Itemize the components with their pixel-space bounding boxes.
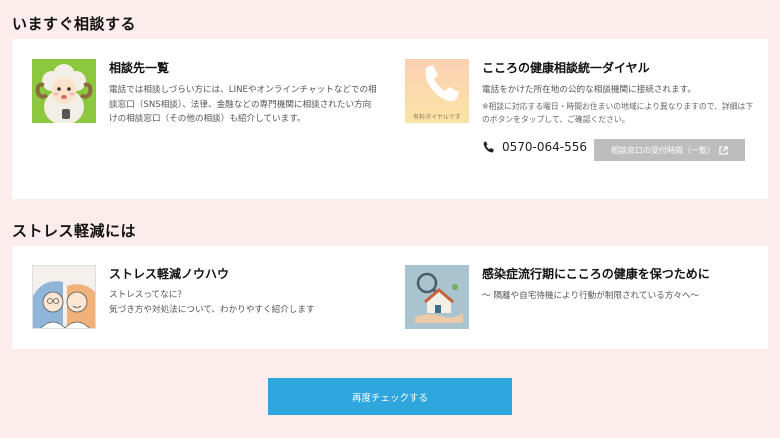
paid-dial-caption: 有料ダイヤルです: [413, 114, 461, 121]
stress-knowhow-card[interactable]: ストレス軽減ノウハウ ストレスってなに？ 気づき方や対処法について、わかりやすく…: [12, 246, 390, 349]
section-title-consult-now: いますぐ相談する: [12, 15, 137, 33]
recheck-button[interactable]: 再度チェックする: [268, 378, 512, 415]
stress-knowhow-title[interactable]: ストレス軽減ノウハウ: [109, 265, 229, 282]
phone-number[interactable]: 0570-064-556: [502, 140, 587, 154]
phone-icon: [425, 65, 459, 102]
pandemic-title[interactable]: 感染症流行期にこころの健康を保つために: [482, 265, 710, 282]
pandemic-description: ～ 隔離や自宅待機により行動が制限されている方々へ～: [482, 291, 700, 301]
stress-knowhow-desc-line2: 気づき方や対処法について、わかりやすく紹介します: [109, 304, 315, 315]
stress-knowhow-description: ストレスってなに？ 気づき方や対処法について、わかりやすく紹介します: [109, 288, 379, 317]
consult-panel: 相談先一覧 電話では相談しづらい方には、LINEやオンラインチャットなどでの相談…: [12, 39, 768, 199]
unified-dial-card: 有料ダイヤルです こころの健康相談統一ダイヤル 電話をかけた所在地の公的な相談機…: [405, 39, 768, 199]
external-link-icon: [719, 145, 728, 155]
stress-knowhow-desc-line1: ストレスってなに？: [109, 290, 186, 300]
house-in-hand-image: [405, 265, 469, 329]
phone-number-row[interactable]: 0570-064-556: [482, 140, 587, 154]
unified-dial-description: 電話をかけた所在地の公的な相談機関に接続されます。: [482, 85, 696, 95]
phone-icon: [483, 141, 494, 153]
consult-list-description: 電話では相談しづらい方には、LINEやオンラインチャットなどでの相談窓口（SNS…: [109, 85, 377, 124]
unified-dial-note: ※相談に対応する曜日・時間お住まいの地域により異なりますので、詳細は下のボタンを…: [482, 102, 754, 124]
unified-dial-title: こころの健康相談統一ダイヤル: [482, 61, 650, 75]
section-title-stress: ストレス軽減には: [12, 222, 137, 240]
reception-hours-label: 相談窓口の受付時間（一覧）: [611, 145, 715, 155]
consult-list-title[interactable]: 相談先一覧: [109, 59, 169, 76]
elderly-people-image: [32, 265, 96, 329]
stress-panel: ストレス軽減ノウハウ ストレスってなに？ 気づき方や対処法について、わかりやすく…: [12, 246, 768, 349]
pandemic-mental-health-card[interactable]: 感染症流行期にこころの健康を保つために ～ 隔離や自宅待機により行動が制限されて…: [405, 246, 768, 349]
consult-list-card[interactable]: 相談先一覧 電話では相談しづらい方には、LINEやオンラインチャットなどでの相談…: [12, 39, 390, 199]
sheep-mascot-image: [32, 59, 96, 123]
phone-thumbnail[interactable]: 有料ダイヤルです: [405, 59, 469, 123]
reception-hours-button[interactable]: 相談窓口の受付時間（一覧）: [594, 139, 745, 161]
